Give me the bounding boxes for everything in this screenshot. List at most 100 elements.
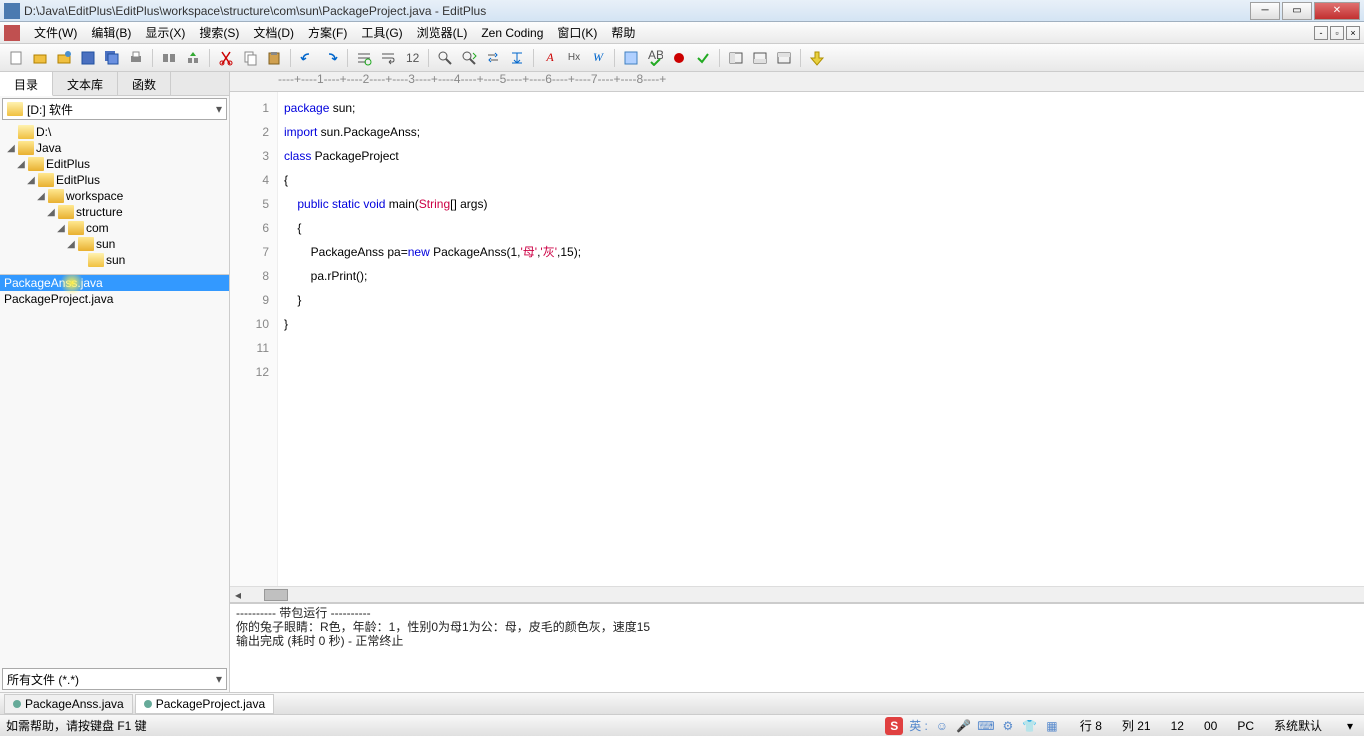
dropdown-icon: ▾ xyxy=(216,102,222,116)
cut-icon[interactable] xyxy=(216,48,236,68)
tree-item[interactable]: ◢EditPlus xyxy=(4,156,225,172)
find-icon[interactable] xyxy=(435,48,455,68)
code-content[interactable]: package sun; import sun.PackageAnss; cla… xyxy=(278,92,581,586)
tree-item[interactable]: D:\ xyxy=(4,124,225,140)
mic-icon[interactable]: 🎤 xyxy=(956,718,972,734)
save-all-icon[interactable] xyxy=(102,48,122,68)
tree-label: EditPlus xyxy=(46,157,90,171)
tree-label: sun xyxy=(106,253,125,267)
app-menu-icon xyxy=(4,25,20,41)
tree-item[interactable]: ◢Java xyxy=(4,140,225,156)
menu-window[interactable]: 窗口(K) xyxy=(551,22,603,43)
window-output-icon[interactable] xyxy=(750,48,770,68)
keyboard-icon[interactable]: ⌨ xyxy=(978,718,994,734)
window-directory-icon[interactable] xyxy=(726,48,746,68)
menubar: 文件(W) 编辑(B) 显示(X) 搜索(S) 文档(D) 方案(F) 工具(G… xyxy=(0,22,1364,44)
paste-icon[interactable] xyxy=(264,48,284,68)
run-icon[interactable] xyxy=(807,48,827,68)
emoji-icon[interactable]: ☺ xyxy=(934,718,950,734)
tree-item[interactable]: ◢structure xyxy=(4,204,225,220)
tree-item[interactable]: ◢workspace xyxy=(4,188,225,204)
print-icon[interactable] xyxy=(126,48,146,68)
output-panel[interactable]: ---------- 带包运行 ---------- 你的兔子眼睛：R色，年龄：… xyxy=(230,602,1364,692)
drive-icon xyxy=(7,102,23,116)
close-button[interactable]: ✕ xyxy=(1314,2,1360,20)
menu-zen[interactable]: Zen Coding xyxy=(475,24,549,42)
goto-line-icon[interactable] xyxy=(507,48,527,68)
menu-search[interactable]: 搜索(S) xyxy=(193,22,245,43)
menu-edit[interactable]: 编辑(B) xyxy=(85,22,137,43)
statusbar: 如需帮助，请按键盘 F1 键 S 英 : ☺ 🎤 ⌨ ⚙ 👕 ▦ 行 8 列 2… xyxy=(0,714,1364,736)
skin-icon[interactable]: 👕 xyxy=(1022,718,1038,734)
mdi-close-button[interactable]: × xyxy=(1346,26,1360,40)
status-col: 列 21 xyxy=(1122,717,1151,734)
toolbox-icon[interactable]: ▦ xyxy=(1044,718,1060,734)
gear-icon[interactable]: ⚙ xyxy=(1000,718,1016,734)
hex-icon[interactable]: Hx xyxy=(564,48,584,68)
replace-icon[interactable] xyxy=(483,48,503,68)
output-line: 输出完成 (耗时 0 秒) - 正常终止 xyxy=(236,634,1358,648)
open-file-icon[interactable] xyxy=(30,48,50,68)
tree-item[interactable]: sun xyxy=(4,252,225,268)
undo-icon[interactable] xyxy=(297,48,317,68)
drive-selector[interactable]: [D:] 软件 ▾ xyxy=(2,98,227,120)
word-wrap-icon[interactable] xyxy=(378,48,398,68)
file-item[interactable]: PackageAnss.java xyxy=(0,275,229,291)
tree-item[interactable]: ◢EditPlus xyxy=(4,172,225,188)
find-next-icon[interactable] xyxy=(459,48,479,68)
dropdown-icon: ▾ xyxy=(216,672,222,686)
minimize-button[interactable]: ─ xyxy=(1250,2,1280,20)
tree-twisty-icon: ◢ xyxy=(44,207,58,218)
folder-icon xyxy=(78,237,94,251)
menu-browser[interactable]: 浏览器(L) xyxy=(411,22,474,43)
record-icon[interactable] xyxy=(669,48,689,68)
tree-item[interactable]: ◢sun xyxy=(4,236,225,252)
document-tab[interactable]: PackageProject.java xyxy=(135,694,274,714)
menu-help[interactable]: 帮助 xyxy=(605,22,641,43)
svg-text:ABC: ABC xyxy=(648,50,663,62)
new-file-icon[interactable] xyxy=(6,48,26,68)
line-numbers-icon[interactable]: 12 xyxy=(402,48,422,68)
directory-tree: D:\◢Java◢EditPlus◢EditPlus◢workspace◢str… xyxy=(0,122,229,274)
menu-file[interactable]: 文件(W) xyxy=(28,22,83,43)
maximize-button[interactable]: ▭ xyxy=(1282,2,1312,20)
sogou-icon: S xyxy=(885,717,903,735)
tree-twisty-icon: ◢ xyxy=(54,223,68,234)
folder-icon xyxy=(18,125,34,139)
spell-check-icon[interactable]: ABC xyxy=(645,48,665,68)
status-dropdown-icon[interactable]: ▾ xyxy=(1342,718,1358,734)
browser-icon[interactable]: W xyxy=(588,48,608,68)
tree-item[interactable]: ◢com xyxy=(4,220,225,236)
menu-view[interactable]: 显示(X) xyxy=(139,22,191,43)
redo-icon[interactable] xyxy=(321,48,341,68)
font-icon[interactable]: A xyxy=(540,48,560,68)
horizontal-scrollbar[interactable]: ◂ xyxy=(230,586,1364,602)
svg-text:12: 12 xyxy=(406,51,420,65)
mdi-restore-button[interactable]: ▫ xyxy=(1330,26,1344,40)
tab-functions[interactable]: 函数 xyxy=(118,72,171,95)
document-tab[interactable]: PackageAnss.java xyxy=(4,694,133,714)
open-remote-icon[interactable] xyxy=(54,48,74,68)
save-icon[interactable] xyxy=(78,48,98,68)
file-filter[interactable]: 所有文件 (*.*) ▾ xyxy=(2,668,227,690)
output-line: 你的兔子眼睛：R色，年龄：1，性别0为母1为公：母，皮毛的颜色灰，速度15 xyxy=(236,620,1358,634)
menu-project[interactable]: 方案(F) xyxy=(302,22,353,43)
document-tabs: PackageAnss.javaPackageProject.java xyxy=(0,692,1364,714)
window-cliptext-icon[interactable] xyxy=(774,48,794,68)
copy-icon[interactable] xyxy=(240,48,260,68)
check-icon[interactable] xyxy=(693,48,713,68)
menu-document[interactable]: 文档(D) xyxy=(247,22,300,43)
highlight-blue-icon[interactable] xyxy=(621,48,641,68)
wrap-settings-icon[interactable] xyxy=(354,48,374,68)
menu-tools[interactable]: 工具(G) xyxy=(355,22,408,43)
code-editor[interactable]: 123456789101112 package sun; import sun.… xyxy=(230,92,1364,586)
mdi-minimize-button[interactable]: - xyxy=(1314,26,1328,40)
tab-directory[interactable]: 目录 xyxy=(0,72,53,96)
tab-cliptext[interactable]: 文本库 xyxy=(53,72,118,95)
ftp-settings-icon[interactable] xyxy=(159,48,179,68)
ftp-upload-icon[interactable] xyxy=(183,48,203,68)
file-item[interactable]: PackageProject.java xyxy=(0,291,229,307)
folder-icon xyxy=(28,157,44,171)
folder-icon xyxy=(58,205,74,219)
ime-bar[interactable]: S 英 : ☺ 🎤 ⌨ ⚙ 👕 ▦ xyxy=(885,717,1060,735)
